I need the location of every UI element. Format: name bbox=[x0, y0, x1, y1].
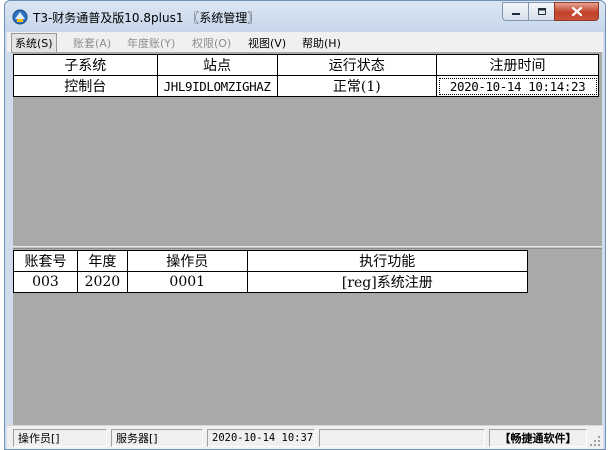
client-area: 子系统 站点 运行状态 注册时间 控制台 JHL9IDLOMZIGHAZ 正常(… bbox=[13, 52, 602, 425]
column-header[interactable]: 站点 bbox=[156, 54, 278, 76]
status-empty bbox=[319, 429, 485, 447]
window-title: T3-财务通普及版10.8plus1 〖系统管理〗 bbox=[33, 11, 260, 25]
menu-account-set[interactable]: 账套(A) bbox=[73, 35, 111, 51]
column-header[interactable]: 子系统 bbox=[13, 54, 158, 76]
table-header-row: 账套号 年度 操作员 执行功能 bbox=[13, 250, 529, 272]
close-button[interactable] bbox=[554, 2, 599, 21]
column-header[interactable]: 运行状态 bbox=[276, 54, 438, 76]
table-row[interactable]: 控制台 JHL9IDLOMZIGHAZ 正常(1) 2020-10-14 10:… bbox=[13, 75, 599, 97]
status-server: 服务器[] bbox=[111, 429, 203, 447]
site-cell[interactable]: JHL9IDLOMZIGHAZ bbox=[156, 75, 278, 97]
status-brand: 【畅捷通软件】 bbox=[489, 429, 587, 447]
maximize-button[interactable] bbox=[528, 2, 555, 21]
subsystems-table: 子系统 站点 运行状态 注册时间 控制台 JHL9IDLOMZIGHAZ 正常(… bbox=[13, 54, 599, 97]
minimize-button[interactable] bbox=[502, 2, 529, 21]
title-bar[interactable]: T3-财务通普及版10.8plus1 〖系统管理〗 bbox=[5, 1, 605, 32]
column-header[interactable]: 注册时间 bbox=[436, 54, 599, 76]
status-bar: 操作员[] 服务器[] 2020-10-14 10:37 【畅捷通软件】 bbox=[7, 425, 603, 449]
minimize-icon bbox=[511, 12, 520, 15]
app-icon bbox=[12, 9, 28, 25]
column-header[interactable]: 操作员 bbox=[126, 250, 248, 272]
status-datetime: 2020-10-14 10:37 bbox=[207, 429, 315, 447]
account-set-cell[interactable]: 003 bbox=[13, 271, 78, 293]
menu-system[interactable]: 系统(S) bbox=[11, 33, 57, 53]
resize-grip-icon[interactable] bbox=[589, 435, 601, 447]
menu-annual-account[interactable]: 年度账(Y) bbox=[127, 35, 175, 51]
register-time-cell[interactable]: 2020-10-14 10:14:23 bbox=[436, 75, 599, 97]
menu-bar: 系统(S) 账套(A) 年度账(Y) 权限(O) 视图(V) 帮助(H) bbox=[7, 32, 603, 53]
subsystem-cell[interactable]: 控制台 bbox=[13, 75, 158, 97]
column-header[interactable]: 年度 bbox=[76, 250, 128, 272]
app-window: T3-财务通普及版10.8plus1 〖系统管理〗 系统(S) 账套(A) 年度… bbox=[4, 0, 606, 450]
run-status-cell[interactable]: 正常(1) bbox=[276, 75, 438, 97]
year-cell[interactable]: 2020 bbox=[76, 271, 128, 293]
column-header[interactable]: 执行功能 bbox=[246, 250, 529, 272]
status-operator: 操作员[] bbox=[13, 429, 107, 447]
pane-splitter[interactable] bbox=[13, 246, 602, 249]
operator-cell[interactable]: 0001 bbox=[126, 271, 248, 293]
column-header[interactable]: 账套号 bbox=[13, 250, 78, 272]
menu-help[interactable]: 帮助(H) bbox=[302, 35, 341, 51]
menu-permissions[interactable]: 权限(O) bbox=[192, 35, 231, 51]
function-cell[interactable]: [reg]系统注册 bbox=[246, 271, 529, 293]
table-row[interactable]: 003 2020 0001 [reg]系统注册 bbox=[13, 271, 529, 293]
close-icon bbox=[571, 6, 582, 17]
maximize-icon bbox=[537, 8, 546, 15]
menu-view[interactable]: 视图(V) bbox=[248, 35, 286, 51]
operations-table: 账套号 年度 操作员 执行功能 003 2020 0001 [reg]系统注册 bbox=[13, 250, 529, 293]
table-header-row: 子系统 站点 运行状态 注册时间 bbox=[13, 54, 599, 76]
